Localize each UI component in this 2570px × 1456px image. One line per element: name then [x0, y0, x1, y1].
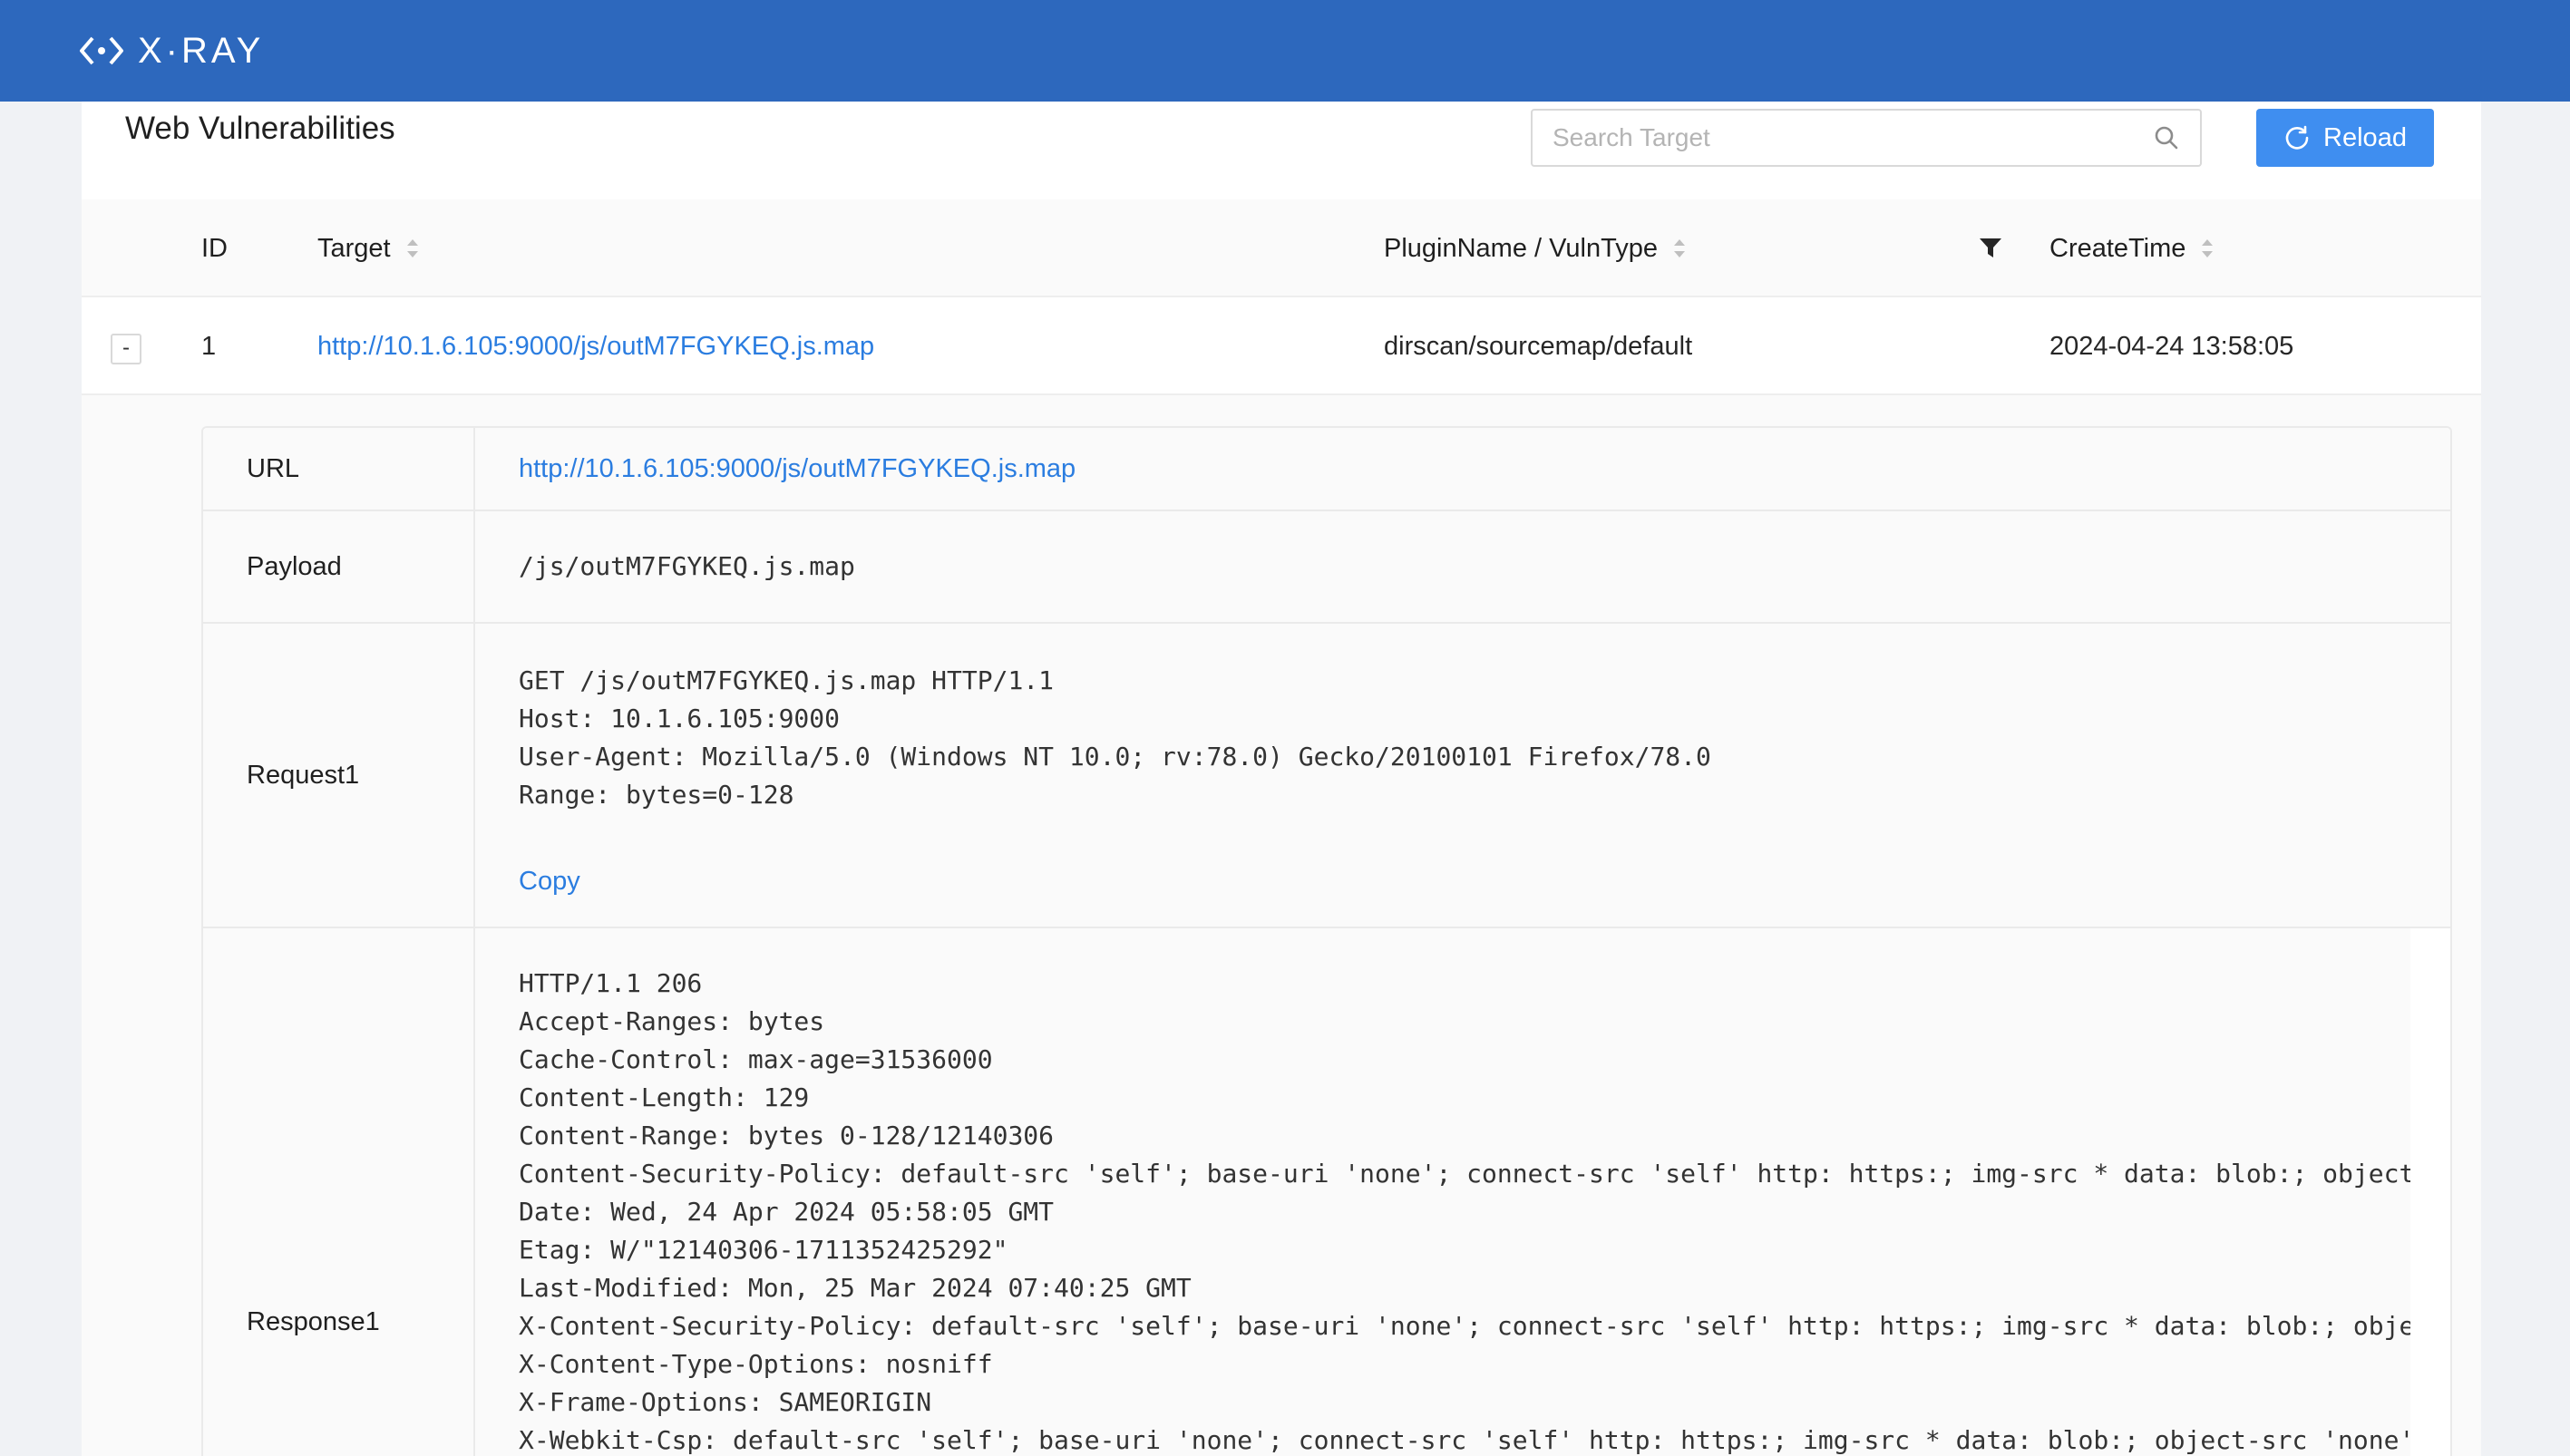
app-logo[interactable]: X·RAY — [78, 31, 264, 72]
column-header-plugin[interactable]: PluginName / VulnType — [1384, 199, 1687, 297]
expanded-row: URL http://10.1.6.105:9000/js/outM7FGYKE… — [82, 395, 2481, 1456]
table-header: ID Target PluginName / VulnType CreateTi… — [82, 199, 2481, 297]
response-line: Date: Wed, 24 Apr 2024 05:58:05 GMT — [519, 1197, 1055, 1227]
vulnerabilities-card: Web Vulnerabilities Reload ID Target Plu… — [82, 102, 2481, 1456]
target-link[interactable]: http://10.1.6.105:9000/js/outM7FGYKEQ.js… — [317, 332, 874, 362]
sort-icon[interactable] — [405, 236, 420, 261]
request-line: Range: bytes=0-128 — [519, 780, 794, 810]
request-line: User-Agent: Mozilla/5.0 (Windows NT 10.0… — [519, 742, 1711, 772]
response-line: Accept-Ranges: bytes — [519, 1006, 825, 1036]
top-header: X·RAY — [0, 0, 2570, 102]
logo-icon — [80, 36, 123, 65]
detail-url-link[interactable]: http://10.1.6.105:9000/js/outM7FGYKEQ.js… — [519, 454, 1076, 484]
payload-value: /js/outM7FGYKEQ.js.map — [519, 551, 855, 581]
page-title: Web Vulnerabilities — [125, 111, 395, 146]
expand-toggle-button[interactable]: - — [111, 334, 141, 364]
search-icon[interactable] — [2153, 124, 2180, 151]
reload-icon — [2285, 125, 2309, 150]
row-createtime: 2024-04-24 13:58:05 — [2049, 331, 2294, 361]
detail-label-url: URL — [203, 428, 475, 510]
detail-label-request: Request1 — [203, 624, 475, 927]
response-line: Content-Length: 129 — [519, 1082, 810, 1112]
detail-row-url: URL http://10.1.6.105:9000/js/outM7FGYKE… — [203, 428, 2450, 511]
reload-button[interactable]: Reload — [2256, 109, 2434, 167]
search-box[interactable] — [1531, 109, 2202, 167]
brand-name: X·RAY — [138, 30, 265, 71]
detail-row-payload: Payload /js/outM7FGYKEQ.js.map — [203, 511, 2450, 624]
sort-icon[interactable] — [1672, 236, 1687, 261]
response-line: X-Frame-Options: SAMEORIGIN — [519, 1387, 932, 1417]
response-line: HTTP/1.1 206 — [519, 968, 703, 998]
row-plugin: dirscan/sourcemap/default — [1384, 331, 1693, 361]
vulnerability-detail: URL http://10.1.6.105:9000/js/outM7FGYKE… — [201, 426, 2452, 1456]
request-line: Host: 10.1.6.105:9000 — [519, 704, 841, 733]
detail-label-response: Response1 — [203, 928, 475, 1456]
column-label-plugin: PluginName / VulnType — [1384, 233, 1658, 263]
detail-row-response: Response1 HTTP/1.1 206 Accept-Ranges: by… — [203, 928, 2450, 1456]
table-row[interactable]: - 1 http://10.1.6.105:9000/js/outM7FGYKE… — [82, 297, 2481, 395]
request-line: GET /js/outM7FGYKEQ.js.map HTTP/1.1 — [519, 665, 1055, 695]
copy-request-link[interactable]: Copy — [519, 867, 580, 897]
column-label-id: ID — [201, 233, 228, 263]
filter-icon[interactable] — [1977, 234, 2004, 261]
response-line: Cache-Control: max-age=31536000 — [519, 1044, 993, 1074]
detail-row-request: Request1 GET /js/outM7FGYKEQ.js.map HTTP… — [203, 624, 2450, 928]
response-line: X-Content-Type-Options: nosniff — [519, 1349, 993, 1379]
row-id: 1 — [201, 331, 217, 361]
response-line: Content-Security-Policy: default-src 'se… — [519, 1159, 2410, 1189]
response-line: Etag: W/"12140306-1711352425292" — [519, 1235, 1008, 1265]
response-line: Content-Range: bytes 0-128/12140306 — [519, 1121, 1055, 1150]
sort-icon[interactable] — [2200, 236, 2215, 261]
response-line: X-Webkit-Csp: default-src 'self'; base-u… — [519, 1425, 2410, 1455]
column-header-target[interactable]: Target — [317, 199, 420, 297]
column-header-createtime[interactable]: CreateTime — [2049, 199, 2215, 297]
search-input[interactable] — [1553, 123, 2153, 152]
column-label-target: Target — [317, 233, 391, 263]
column-label-createtime: CreateTime — [2049, 233, 2186, 263]
column-header-id: ID — [201, 199, 228, 297]
response-line: Last-Modified: Mon, 25 Mar 2024 07:40:25… — [519, 1273, 1192, 1303]
reload-label: Reload — [2323, 122, 2407, 152]
response-line: X-Content-Security-Policy: default-src '… — [519, 1311, 2410, 1341]
detail-label-payload: Payload — [203, 511, 475, 622]
